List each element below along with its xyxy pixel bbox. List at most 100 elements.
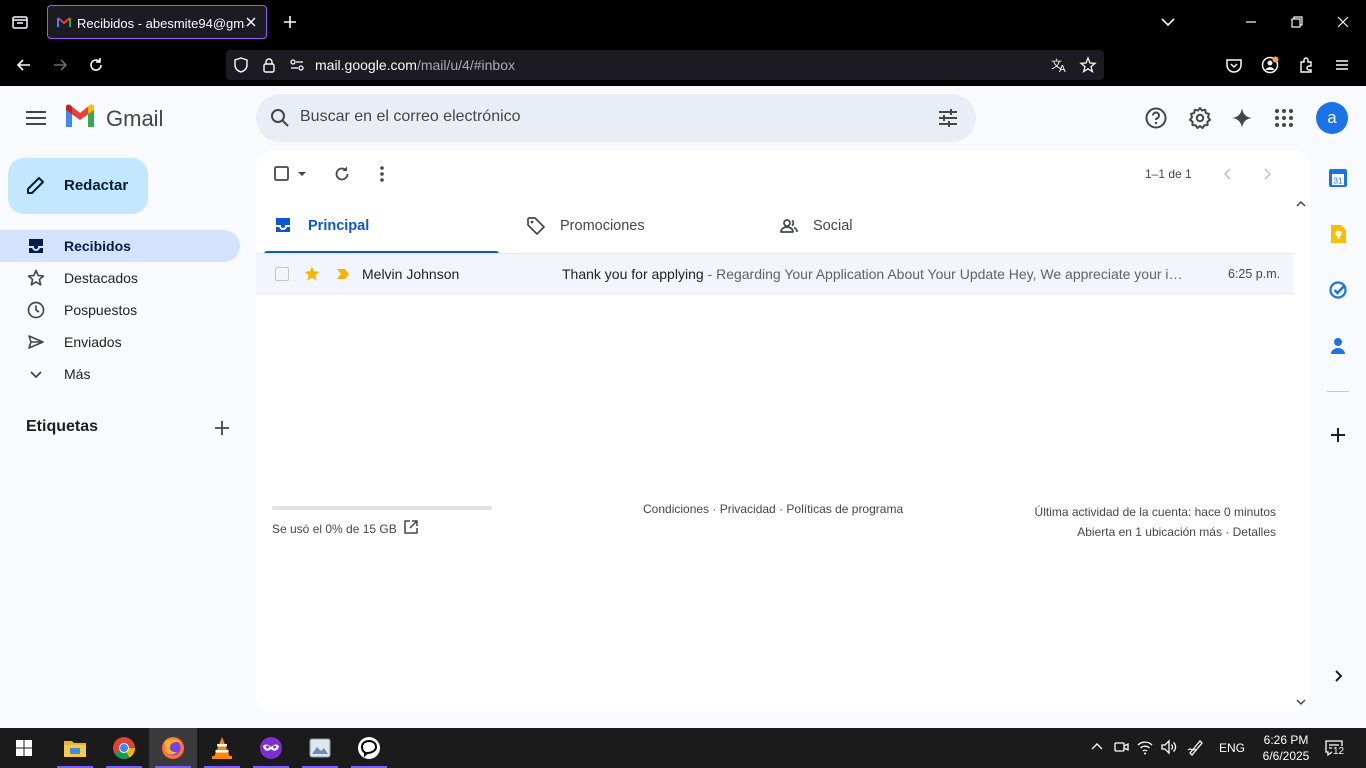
search-bar[interactable]: Buscar en el correo electrónico: [256, 94, 976, 142]
reload-icon[interactable]: [86, 55, 106, 75]
get-addons-plus-icon[interactable]: [1326, 423, 1350, 447]
photos-app-icon[interactable]: [296, 728, 344, 768]
email-sender: Melvin Johnson: [362, 266, 460, 282]
permissions-icon[interactable]: [288, 56, 308, 76]
mail-list-panel: 1–1 de 1 Principal Promociones Social Me…: [256, 150, 1310, 712]
mask-app-icon[interactable]: [247, 728, 295, 768]
tab-social[interactable]: Social: [761, 198, 1001, 254]
settings-gear-icon[interactable]: [1187, 105, 1213, 131]
svg-text:31: 31: [1334, 177, 1343, 186]
side-panel-divider: [1327, 391, 1349, 392]
tab-label: Promociones: [560, 218, 645, 234]
input-language[interactable]: ENG: [1219, 741, 1245, 755]
tab-promotions[interactable]: Promociones: [508, 198, 748, 254]
browser-tab-bar: Recibidos - abesmite94@gmail.com - Gmail: [0, 0, 1366, 44]
close-window-icon[interactable]: [1333, 12, 1353, 32]
help-icon[interactable]: [1143, 105, 1169, 131]
gmail-logo-icon[interactable]: [64, 104, 96, 130]
translate-icon[interactable]: 文A: [1050, 56, 1070, 76]
apps-grid-icon[interactable]: [1271, 105, 1297, 131]
nav-item-starred[interactable]: Destacados: [0, 262, 240, 294]
star-icon: [26, 268, 46, 288]
firefox-icon[interactable]: [149, 728, 197, 768]
shield-icon[interactable]: [232, 56, 252, 76]
search-icon[interactable]: [268, 106, 292, 130]
add-label-icon[interactable]: [212, 418, 232, 438]
calendar-icon[interactable]: 31: [1326, 166, 1350, 190]
minimize-window-icon[interactable]: [1241, 12, 1261, 32]
account-activity: Última actividad de la cuenta: hace 0 mi…: [1035, 502, 1276, 542]
show-side-panel-icon[interactable]: [1326, 664, 1350, 688]
pencil-icon: [25, 174, 47, 196]
nav-item-sent[interactable]: Enviados: [0, 326, 240, 358]
vlc-icon[interactable]: [198, 728, 246, 768]
file-explorer-icon[interactable]: [51, 728, 99, 768]
clock-date: 6/6/2025: [1262, 749, 1310, 763]
newer-page-icon[interactable]: [1218, 164, 1238, 184]
email-row[interactable]: Melvin Johnson Thank you for applying - …: [256, 254, 1293, 294]
account-avatar[interactable]: a: [1316, 102, 1348, 134]
pagination-text: 1–1 de 1: [1145, 167, 1192, 181]
email-time: 6:25 p.m.: [1228, 267, 1281, 281]
search-options-icon[interactable]: [936, 106, 960, 130]
restore-window-icon[interactable]: [1287, 12, 1307, 32]
pen-workspace-icon[interactable]: [1187, 738, 1205, 756]
tasks-icon[interactable]: [1326, 278, 1350, 302]
extensions-icon[interactable]: [1296, 55, 1316, 75]
inbox-icon: [26, 236, 46, 256]
notification-count: 12: [1332, 746, 1346, 757]
browser-tab-gmail[interactable]: Recibidos - abesmite94@gmail.com - Gmail: [47, 5, 267, 39]
pocket-icon[interactable]: [1224, 55, 1244, 75]
volume-icon[interactable]: [1160, 738, 1178, 756]
activity-last: Última actividad de la cuenta: hace 0 mi…: [1034, 505, 1276, 519]
compose-label: Redactar: [64, 177, 129, 194]
forward-icon[interactable]: [50, 55, 70, 75]
scroll-down-icon[interactable]: [1295, 696, 1307, 708]
main-menu-icon[interactable]: [24, 107, 48, 129]
tab-close-icon[interactable]: [244, 15, 258, 29]
windows-start-icon[interactable]: [0, 728, 48, 768]
refresh-icon[interactable]: [332, 164, 352, 184]
email-subject: Thank you for applying: [562, 266, 704, 282]
account-icon[interactable]: [1260, 55, 1280, 75]
wifi-icon[interactable]: [1136, 738, 1154, 756]
nav-item-inbox[interactable]: Recibidos: [0, 230, 240, 262]
chevron-down-icon: [26, 364, 46, 384]
contacts-icon[interactable]: [1326, 334, 1350, 358]
activity-details-link[interactable]: Abierta en 1 ubicación más · Detalles: [1035, 522, 1276, 542]
address-bar[interactable]: mail.google.com/mail/u/4/#inbox 文A: [226, 50, 1104, 80]
tag-icon: [526, 216, 546, 236]
tab-list-icon[interactable]: [10, 12, 30, 32]
bookmark-star-icon[interactable]: [1079, 56, 1099, 76]
star-filled-icon[interactable]: [303, 265, 321, 283]
lock-icon[interactable]: [260, 56, 280, 76]
new-tab-icon[interactable]: [280, 12, 300, 32]
list-all-tabs-icon[interactable]: [1158, 12, 1178, 32]
meet-now-icon[interactable]: [1112, 738, 1130, 756]
nav-item-more[interactable]: Más: [0, 358, 240, 390]
app-menu-icon[interactable]: [1332, 55, 1352, 75]
gemini-sparkle-icon[interactable]: [1229, 105, 1255, 131]
important-marker-icon[interactable]: [335, 267, 351, 281]
show-hidden-icons-icon[interactable]: [1088, 738, 1106, 756]
nav-item-snoozed[interactable]: Pospuestos: [0, 294, 240, 326]
line-app-icon[interactable]: [345, 728, 393, 768]
gmail-wordmark[interactable]: Gmail: [106, 106, 163, 132]
search-input[interactable]: Buscar en el correo electrónico: [300, 108, 521, 126]
open-external-icon[interactable]: [403, 519, 419, 535]
email-checkbox[interactable]: [275, 267, 289, 281]
select-all-checkbox[interactable]: [273, 164, 307, 184]
email-snippet: - Regarding Your Application About Your …: [703, 266, 1184, 282]
system-clock[interactable]: 6:26 PM 6/6/2025: [1250, 732, 1322, 764]
scroll-up-icon[interactable]: [1295, 198, 1307, 210]
more-options-icon[interactable]: [372, 164, 392, 184]
chrome-icon[interactable]: [100, 728, 148, 768]
back-icon[interactable]: [14, 55, 34, 75]
keep-icon[interactable]: [1326, 222, 1350, 246]
older-page-icon[interactable]: [1257, 164, 1277, 184]
footer-links[interactable]: Condiciones · Privacidad · Políticas de …: [643, 502, 903, 516]
inbox-icon: [274, 216, 292, 234]
tab-primary[interactable]: Principal: [256, 198, 499, 254]
storage-usage-text: Se usó el 0% de 15 GB: [272, 522, 397, 536]
compose-button[interactable]: Redactar: [8, 158, 148, 214]
